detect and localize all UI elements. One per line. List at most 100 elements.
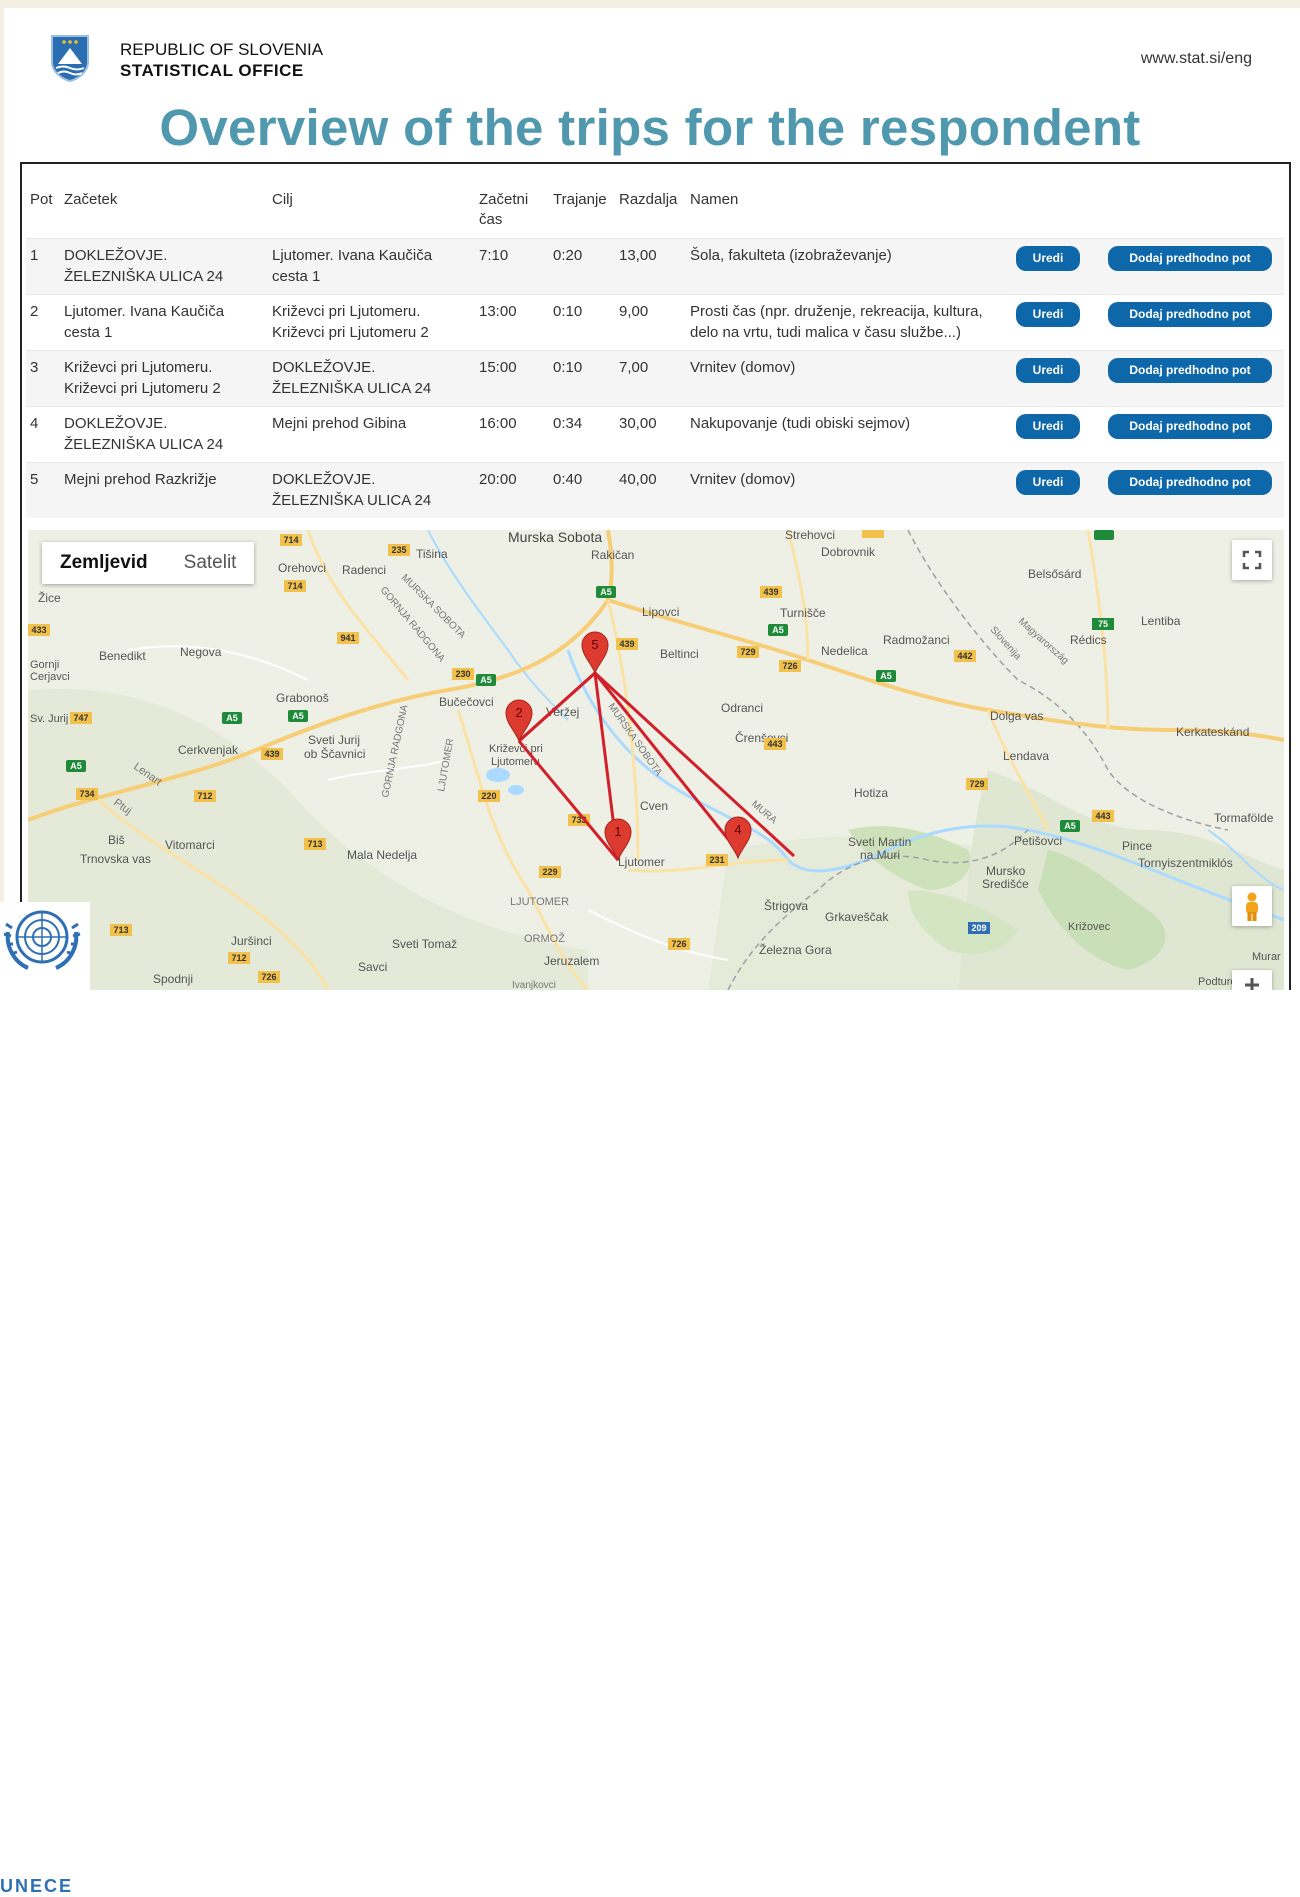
svg-text:LJUTOMER: LJUTOMER xyxy=(436,738,456,793)
road-shield: 229 xyxy=(539,866,561,878)
trip-marker-1[interactable]: 1 xyxy=(604,818,632,862)
cell-edit: Uredi xyxy=(1012,350,1104,407)
road-shield: 443 xyxy=(764,738,786,750)
cell-add: Dodaj predhodno pot xyxy=(1104,238,1284,295)
svg-text:Križevci pri: Križevci pri xyxy=(489,743,543,755)
add-previous-trip-button[interactable]: Dodaj predhodno pot xyxy=(1108,470,1272,495)
svg-text:A5: A5 xyxy=(880,671,892,681)
svg-text:Žice: Žice xyxy=(38,590,61,605)
svg-text:A5: A5 xyxy=(480,675,492,685)
add-previous-trip-button[interactable]: Dodaj predhodno pot xyxy=(1108,302,1272,327)
road-shield: 729 xyxy=(737,646,759,658)
cell-add: Dodaj predhodno pot xyxy=(1104,462,1284,518)
fullscreen-icon xyxy=(1242,550,1262,570)
col-trajanje: Trajanje xyxy=(553,191,607,208)
map-type-map-button[interactable]: Zemljevid xyxy=(42,542,166,584)
svg-text:MURSKA SOBOTA: MURSKA SOBOTA xyxy=(399,572,468,641)
cell-start: Mejni prehod Razkrižje xyxy=(60,462,268,518)
road-shield: 726 xyxy=(779,660,801,672)
cell-time: 7:10 xyxy=(475,238,549,295)
svg-text:Magyarország: Magyarország xyxy=(1016,616,1070,667)
svg-text:729: 729 xyxy=(740,647,755,657)
svg-text:Ivanjkovci: Ivanjkovci xyxy=(512,980,556,990)
add-previous-trip-button[interactable]: Dodaj predhodno pot xyxy=(1108,246,1272,271)
svg-text:734: 734 xyxy=(79,789,94,799)
cell-edit: Uredi xyxy=(1012,294,1104,351)
svg-text:713: 713 xyxy=(307,839,322,849)
svg-text:Radenci: Radenci xyxy=(342,563,386,577)
cell-edit: Uredi xyxy=(1012,406,1104,463)
cell-start: DOKLEŽOVJE. ŽELEZNIŠKA ULICA 24 xyxy=(60,406,268,463)
cell-purpose: Šola, fakulteta (izobraževanje) xyxy=(686,238,1012,295)
edit-button[interactable]: Uredi xyxy=(1016,358,1080,383)
add-previous-trip-button[interactable]: Dodaj predhodno pot xyxy=(1108,358,1272,383)
table-row: 5 Mejni prehod Razkrižje DOKLEŽOVJE. ŽELE… xyxy=(26,462,1284,518)
svg-text:726: 726 xyxy=(261,972,276,982)
svg-text:Strehovci: Strehovci xyxy=(785,530,835,542)
cell-destination: DOKLEŽOVJE. ŽELEZNIŠKA ULICA 24 xyxy=(268,350,475,407)
col-zacetni-cas: Začetni čas xyxy=(479,191,529,228)
svg-text:Tišina: Tišina xyxy=(416,547,448,561)
zoom-in-button[interactable] xyxy=(1232,970,1272,990)
edit-button[interactable]: Uredi xyxy=(1016,470,1080,495)
website-url[interactable]: www.stat.si/eng xyxy=(1141,50,1252,68)
svg-text:442: 442 xyxy=(957,651,972,661)
svg-text:1: 1 xyxy=(614,824,621,839)
svg-text:A5: A5 xyxy=(226,713,238,723)
fullscreen-button[interactable] xyxy=(1232,540,1272,580)
svg-text:Rakičan: Rakičan xyxy=(591,548,634,562)
road-shield: 235 xyxy=(388,544,410,556)
road-shield: 713 xyxy=(304,838,326,850)
road-shield: 713 xyxy=(110,924,132,936)
map-type-satellite-button[interactable]: Satelit xyxy=(166,542,255,584)
svg-text:A5: A5 xyxy=(70,761,82,771)
svg-text:Rédics: Rédics xyxy=(1070,633,1107,647)
svg-text:Nedelica: Nedelica xyxy=(821,644,868,658)
col-actions-2 xyxy=(1104,178,1284,239)
svg-text:Središće: Središće xyxy=(982,877,1029,891)
svg-text:712: 712 xyxy=(197,791,212,801)
svg-text:Štrigova: Štrigova xyxy=(764,898,808,913)
edit-button[interactable]: Uredi xyxy=(1016,246,1080,271)
svg-text:439: 439 xyxy=(763,587,778,597)
cell-pot: 1 xyxy=(26,238,60,295)
street-view-pegman-button[interactable] xyxy=(1232,886,1272,926)
edit-button[interactable]: Uredi xyxy=(1016,414,1080,439)
edit-button[interactable]: Uredi xyxy=(1016,302,1080,327)
cell-edit: Uredi xyxy=(1012,462,1104,518)
table-row: 3 Križevci pri Ljutomeru. Križevci pri Lj… xyxy=(26,350,1284,407)
add-previous-trip-button[interactable]: Dodaj predhodno pot xyxy=(1108,414,1272,439)
svg-text:4: 4 xyxy=(734,822,741,837)
svg-text:443: 443 xyxy=(767,739,782,749)
cell-distance: 40,00 xyxy=(615,462,686,518)
road-shield: 734 xyxy=(76,788,98,800)
map-canvas[interactable]: Murska Sobota Rakičan Tišina Strehovci D… xyxy=(28,530,1284,990)
svg-text:229: 229 xyxy=(542,867,557,877)
trip-marker-5[interactable]: 5 xyxy=(581,631,609,675)
svg-text:230: 230 xyxy=(455,669,470,679)
road-shield xyxy=(1094,530,1114,540)
svg-text:941: 941 xyxy=(340,633,355,643)
trip-map[interactable]: Murska Sobota Rakičan Tišina Strehovci D… xyxy=(28,530,1284,990)
svg-text:Slovenija: Slovenija xyxy=(988,625,1024,663)
cell-edit: Uredi xyxy=(1012,238,1104,295)
svg-text:713: 713 xyxy=(113,925,128,935)
svg-text:Vitomarci: Vitomarci xyxy=(165,838,215,852)
cell-start: Ljutomer. Ivana Kaučiča cesta 1 xyxy=(60,294,268,351)
road-shield: 220 xyxy=(478,790,500,802)
svg-text:714: 714 xyxy=(287,581,302,591)
svg-text:Cerkvenjak: Cerkvenjak xyxy=(178,743,239,757)
svg-text:Biš: Biš xyxy=(108,833,125,847)
cell-purpose: Vrnitev (domov) xyxy=(686,462,1012,518)
svg-text:726: 726 xyxy=(671,939,686,949)
svg-text:747: 747 xyxy=(73,713,88,723)
svg-text:Radmožanci: Radmožanci xyxy=(883,633,950,647)
road-shield: A5 xyxy=(66,760,86,772)
road-shield: 442 xyxy=(954,650,976,662)
unece-label: UNECE xyxy=(0,1876,74,1896)
cell-pot: 3 xyxy=(26,350,60,407)
cell-time: 20:00 xyxy=(475,462,549,518)
svg-text:GORNJA RADGONA: GORNJA RADGONA xyxy=(380,704,410,799)
road-shield: 714 xyxy=(280,534,302,546)
svg-text:231: 231 xyxy=(709,855,724,865)
